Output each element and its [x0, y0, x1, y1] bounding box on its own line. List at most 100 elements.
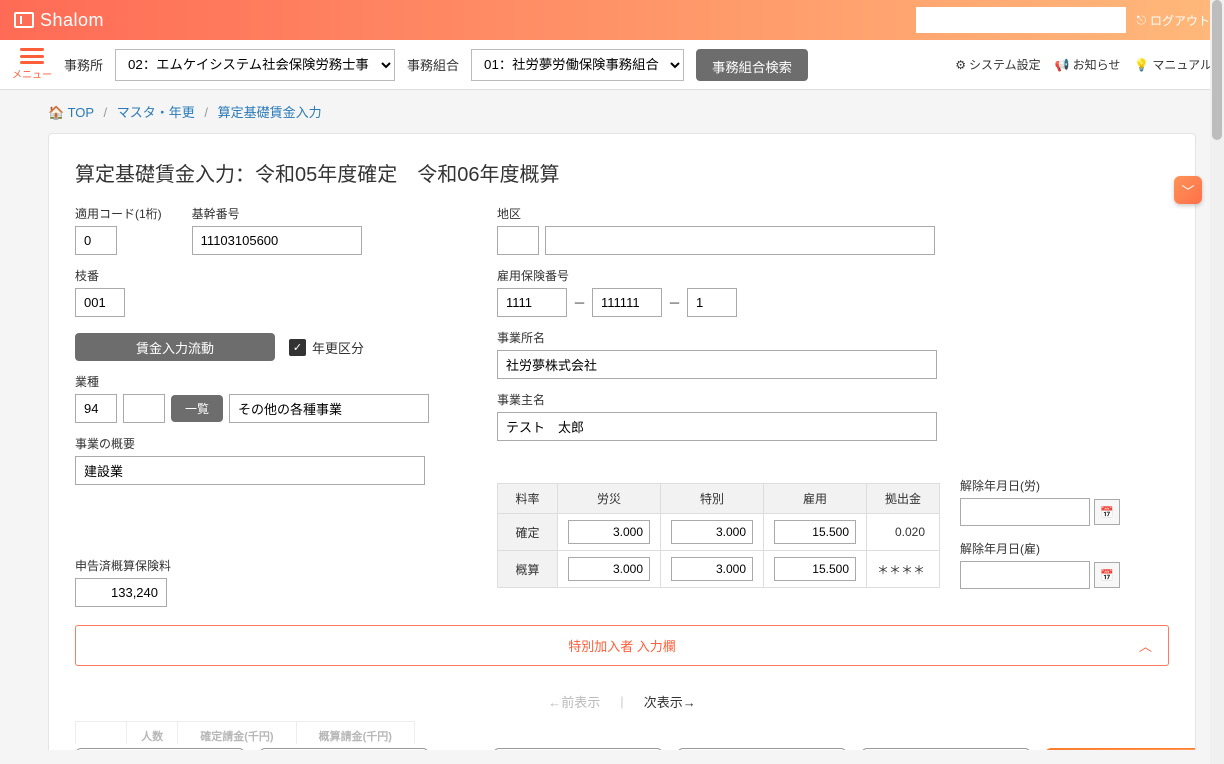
code-input[interactable] — [75, 226, 117, 255]
industry-list-button[interactable]: 一覧 — [171, 395, 223, 422]
logout-button[interactable]: ⎋ ログアウト — [1136, 12, 1210, 29]
industry-label: 業種 — [75, 373, 435, 390]
release-rou-label: 解除年月日(労) — [960, 477, 1120, 494]
register-button[interactable]: ✓ 登録(S) — [1045, 748, 1196, 750]
chevron-down-icon: ﹀ — [1181, 181, 1194, 200]
union-search-button[interactable]: 事務組合検索 — [696, 49, 808, 81]
district-code-input[interactable] — [497, 226, 539, 255]
sub-header: メニュー 事務所 02：エムケイシステム社会保険労務士事 事務組合 01：社労夢… — [0, 40, 1224, 90]
calendar-icon: 📅 — [1100, 506, 1114, 519]
corenum-label: 基幹番号 — [192, 205, 362, 222]
brand-text: Shalom — [40, 10, 104, 31]
breadcrumb-top[interactable]: TOP — [68, 105, 94, 120]
office-select[interactable]: 02：エムケイシステム社会保険労務士事 — [115, 49, 395, 81]
owner-input[interactable] — [497, 412, 937, 441]
code-label: 適用コード(1桁) — [75, 205, 162, 222]
prev-record: ←前表示 — [548, 692, 600, 711]
release-ko-cal-button[interactable]: 📅 — [1094, 562, 1120, 588]
kakutei-tokubetsu-input[interactable] — [671, 520, 753, 544]
logout-icon: ⎋ — [1136, 13, 1146, 28]
district-name-input[interactable] — [545, 226, 935, 255]
gear-icon: ⚙ — [955, 58, 966, 72]
th-tokubetsu: 特別 — [661, 484, 764, 514]
th-rate: 料率 — [498, 484, 558, 514]
special-entry-accordion[interactable]: 特別加入者 入力欄 ︿ — [75, 625, 1169, 666]
industry-name-input[interactable] — [229, 394, 429, 423]
release-rou-input[interactable] — [960, 498, 1090, 526]
th-contribution: 拠出金 — [867, 484, 940, 514]
kakutei-koyou-input[interactable] — [774, 520, 856, 544]
menu-label: メニュー — [12, 66, 52, 81]
wage-flow-button[interactable]: 賃金入力流動 — [75, 333, 275, 361]
scrollbar-thumb[interactable] — [1212, 0, 1222, 140]
next-record[interactable]: 次表示→ — [644, 692, 696, 711]
row-kakutei-label: 確定 — [498, 514, 558, 551]
gaisan-rousai-input[interactable] — [568, 557, 650, 581]
breadcrumb: 🏠 TOP / マスタ・年更 / 算定基礎賃金入力 — [48, 90, 1196, 133]
kakutei-rousai-input[interactable] — [568, 520, 650, 544]
hamburger-icon — [20, 48, 44, 64]
fee-calc-button[interactable]: 🧮 手数料計算 — [259, 748, 429, 750]
breadcrumb-master[interactable]: マスタ・年更 — [117, 105, 195, 120]
main-card: 算定基礎賃金入力：令和05年度確定 令和06年度概算 適用コード(1桁) 基幹番… — [48, 133, 1196, 750]
accordion-title: 特別加入者 入力欄 — [568, 636, 676, 655]
district-label: 地区 — [497, 205, 1169, 222]
payment-notice-button[interactable]: 🗎 納入通知書 — [861, 748, 1031, 750]
bulb-icon: 💡 — [1134, 58, 1149, 72]
gaisan-koyou-input[interactable] — [774, 557, 856, 581]
union-select[interactable]: 01：社労夢労働保険事務組合 — [471, 49, 684, 81]
industry-sub-input[interactable] — [123, 394, 165, 423]
th-koyou: 雇用 — [764, 484, 867, 514]
declared-input[interactable] — [75, 578, 167, 607]
release-ko-label: 解除年月日(雇) — [960, 540, 1120, 557]
recalc-button[interactable]: ↻ 再計算 — [677, 748, 847, 750]
row-gaisan-label: 概算 — [498, 551, 558, 588]
top-header: Shalom ⎋ ログアウト — [0, 0, 1224, 40]
empins-label: 雇用保険番号 — [497, 267, 1169, 284]
page-title: 算定基礎賃金入力：令和05年度確定 令和06年度概算 — [75, 158, 1169, 187]
th-rousai: 労災 — [558, 484, 661, 514]
calendar-icon: 📅 — [1100, 569, 1114, 582]
rate-table: 料率 労災 特別 雇用 拠出金 確定 0.020 — [497, 483, 940, 588]
manual-link[interactable]: 💡 マニュアル — [1134, 56, 1212, 73]
empins-2-input[interactable] — [592, 288, 662, 317]
empins-3-input[interactable] — [687, 288, 737, 317]
back-button[interactable]: ← 戻る(B) — [75, 748, 245, 750]
import-button[interactable]: ⇩ 取込 — [493, 748, 663, 750]
outline-label: 事業の概要 — [75, 435, 435, 452]
bizname-label: 事業所名 — [497, 329, 1169, 346]
release-rou-cal-button[interactable]: 📅 — [1094, 499, 1120, 525]
release-ko-input[interactable] — [960, 561, 1090, 589]
union-label: 事務組合 — [407, 55, 459, 74]
office-label: 事務所 — [64, 55, 103, 74]
bizname-input[interactable] — [497, 350, 937, 379]
float-collapse-toggle[interactable]: ﹀ — [1174, 176, 1202, 204]
branch-label: 枝番 — [75, 267, 435, 284]
vertical-scrollbar[interactable] — [1210, 0, 1224, 764]
gaisan-tokubetsu-input[interactable] — [671, 557, 753, 581]
logout-label: ログアウト — [1150, 12, 1210, 29]
kakutei-contribution: 0.020 — [867, 514, 940, 551]
year-div-checkbox[interactable]: ✓ — [289, 339, 306, 356]
year-div-label: 年更区分 — [312, 338, 364, 357]
branch-input[interactable] — [75, 288, 125, 317]
home-icon: 🏠 — [48, 105, 64, 120]
brand-logo: Shalom — [14, 10, 104, 31]
empins-1-input[interactable] — [497, 288, 567, 317]
owner-label: 事業主名 — [497, 391, 1169, 408]
industry-code-input[interactable] — [75, 394, 117, 423]
outline-input[interactable] — [75, 456, 425, 485]
brand-icon — [14, 12, 34, 28]
corenum-input[interactable] — [192, 226, 362, 255]
notices-link[interactable]: 📢 お知らせ — [1055, 56, 1121, 73]
menu-toggle[interactable]: メニュー — [12, 48, 52, 81]
global-search-input[interactable] — [916, 7, 1126, 33]
gaisan-contribution: ＊＊＊＊ — [867, 551, 940, 588]
record-nav: ←前表示 | 次表示→ — [75, 692, 1169, 711]
megaphone-icon: 📢 — [1055, 58, 1070, 72]
content-wrap: 🏠 TOP / マスタ・年更 / 算定基礎賃金入力 算定基礎賃金入力：令和05年… — [0, 90, 1224, 750]
bottom-action-bar: ← 戻る(B) 🧮 手数料計算 ⇩ 取込 ↻ 再計算 🗎 納入通知書 ✓ 登録( — [75, 744, 1169, 750]
breadcrumb-current[interactable]: 算定基礎賃金入力 — [218, 105, 322, 120]
system-settings-link[interactable]: ⚙ システム設定 — [955, 56, 1040, 73]
declared-label: 申告済概算保険料 — [75, 557, 435, 574]
